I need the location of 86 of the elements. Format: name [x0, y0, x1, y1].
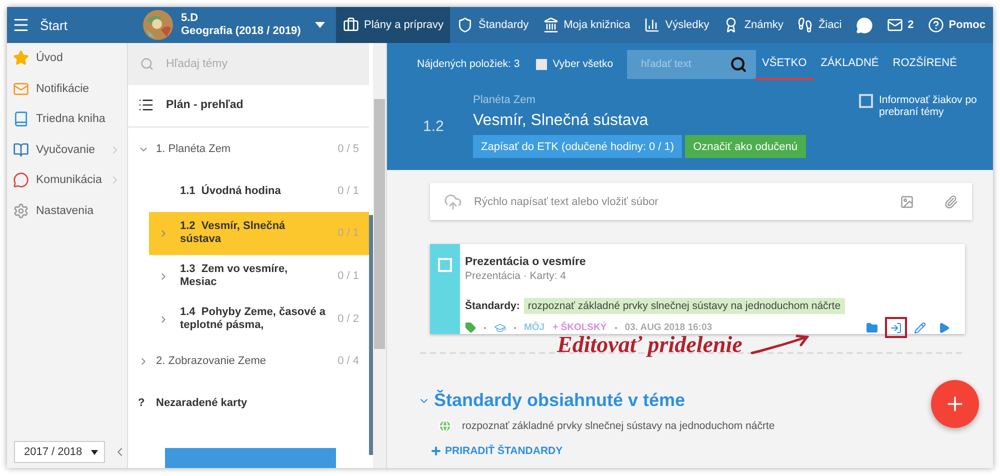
nav-tab[interactable]: Žiaci [790, 7, 849, 43]
bar-chart-icon [644, 17, 660, 33]
pencil-icon [914, 322, 926, 334]
found-count: Nájdených položiek: 3 [417, 58, 520, 70]
parent-topic: Planéta Zem [473, 94, 536, 106]
subtopic-item[interactable]: 1.3 Zem vo vesmíre, Mesiac 0 / 1 [149, 254, 369, 298]
owner-label: MÔJ [524, 322, 545, 333]
notify-checkbox[interactable] [859, 94, 873, 108]
image-icon[interactable] [900, 194, 914, 208]
annotation-text: Editovať pridelenie [557, 332, 742, 358]
shield-icon [457, 17, 474, 33]
sign-in-icon [890, 322, 902, 334]
messages-button[interactable]: 2 [880, 7, 921, 43]
chat-icon [856, 16, 873, 34]
envelope-icon [886, 17, 903, 33]
sidebar-item[interactable]: Vyučovanie [7, 134, 127, 165]
standards-label: Štandardy: [465, 300, 520, 312]
nav-tab[interactable]: Moja knižnica [536, 7, 638, 43]
briefcase-icon [343, 17, 359, 33]
class-name: 5.D [181, 12, 200, 25]
search-input[interactable]: hľadať text [639, 57, 728, 71]
nav-tab[interactable]: Plány a prípravy [336, 7, 450, 43]
caret-icon [314, 22, 325, 28]
sidebar-item[interactable]: Úvod [7, 43, 127, 74]
cloud-upload-icon [444, 192, 462, 210]
edit-assignment-button[interactable] [887, 319, 905, 336]
sidebar-item[interactable]: Triedna kniha [7, 104, 127, 134]
start-menu-button[interactable]: Štart [7, 7, 133, 43]
filter-tab[interactable]: ROZŠÍRENÉ [886, 48, 964, 80]
help-button[interactable]: Pomoc [920, 7, 992, 43]
topic-item[interactable]: 1. Planéta Zem 0 / 5 [128, 128, 369, 171]
caret-icon [91, 450, 98, 454]
bank-icon [542, 17, 559, 33]
star-icon [13, 50, 29, 66]
sidebar-item[interactable]: Komunikácia [7, 165, 127, 196]
notebook-icon [13, 111, 29, 128]
scrollbar[interactable] [373, 43, 386, 468]
chat-icon [13, 172, 29, 188]
add-button[interactable] [931, 380, 979, 428]
globe-icon [438, 419, 452, 433]
menu-icon [12, 16, 30, 34]
topic-title: Vesmír, Slnečná sústava [473, 112, 650, 130]
scope-label: + ŠKOLSKÝ [552, 322, 607, 333]
envelope-icon [13, 80, 29, 97]
folder-icon [866, 322, 878, 334]
subject-name: Geografia (2018 / 2019) [181, 25, 301, 38]
search-icon[interactable] [730, 56, 748, 72]
quick-post-field[interactable]: Rýchlo napísať text alebo vložiť súbor [430, 183, 972, 220]
sidebar-item[interactable]: Nastavenia [7, 196, 127, 226]
open-book-icon [13, 142, 29, 158]
card-checkbox[interactable] [438, 258, 452, 272]
class-selector[interactable]: 5.D Geografia (2018 / 2019) [133, 7, 336, 43]
help-icon [928, 17, 944, 33]
graduation-cap-icon [494, 322, 506, 334]
card-subtitle: Prezentácia · Karty: 4 [465, 270, 567, 282]
unassigned-cards-item[interactable]: ? Nezaradené karty [128, 382, 369, 424]
subtopic-item[interactable]: 1.2 Vesmír, Slnečná sústava 0 / 1 [149, 212, 369, 255]
settings-icon [13, 202, 29, 219]
paperclip-icon[interactable] [944, 194, 958, 208]
subtopic-item[interactable]: 1.4 Pohyby Zeme, časové a teplotné pásma, 0 / 2 [149, 298, 369, 341]
standard-text: rozpoznať základné prvky slnečnej sústavy na jednoduchom náčrte [462, 420, 775, 432]
arrow-icon [750, 334, 810, 356]
nav-tab[interactable]: Štandardy [450, 7, 536, 43]
filter-tab[interactable]: ZÁKLADNÉ [814, 48, 886, 80]
list-icon [138, 97, 154, 114]
topic-number: 1.2 [423, 117, 445, 137]
plus-icon [430, 445, 442, 457]
select-all-checkbox[interactable]: Vyber všetko [536, 58, 614, 70]
plan-overview-item[interactable]: Plán - prehľad [128, 84, 369, 128]
nav-tab[interactable]: Známky [716, 7, 790, 43]
play-icon [938, 322, 950, 334]
notify-label: Informovať žiakov po prebraní témy [879, 94, 978, 120]
standard-tag: rozpoznať základné prvky slnečnej sústavy na jednoduchom náčrte [524, 298, 845, 314]
sidebar-item[interactable]: Notifikácie [7, 74, 127, 104]
question-mark: ? [138, 397, 145, 409]
tag-icon [465, 322, 476, 333]
section-title: Štandardy obsiahnuté v téme [434, 390, 686, 411]
card-date: 03. AUG 2018 16:03 [624, 322, 712, 333]
year-select[interactable]: 2017 / 2018 [14, 441, 106, 463]
text-search-field[interactable]: hľadať text [627, 50, 756, 78]
filter-tab[interactable]: VŠETKO [755, 48, 814, 80]
nav-tab[interactable]: Výsledky [637, 7, 716, 43]
search-icon [140, 56, 154, 71]
subtopic-item[interactable]: 1.1 Úvodná hodina 0 / 1 [149, 170, 369, 212]
card-title: Prezentácia o vesmíre [465, 256, 587, 268]
topic-item[interactable]: 2. Zobrazovanie Zeme 0 / 4 [128, 340, 369, 382]
